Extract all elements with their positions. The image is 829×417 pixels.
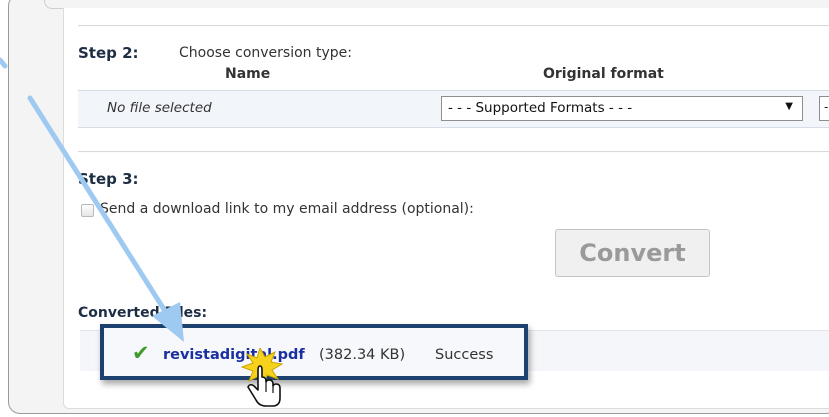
column-header-original-format: Original format — [543, 66, 664, 82]
chevron-down-icon: ▼ — [785, 101, 793, 112]
email-checkbox[interactable] — [81, 204, 94, 217]
format-select[interactable]: - - - Supported Formats - - - ▼ — [441, 96, 803, 121]
converted-file-status: Success — [435, 347, 494, 363]
divider-top — [78, 25, 829, 27]
target-format-select-value: - — [824, 100, 829, 114]
file-name-cell: No file selected — [107, 100, 212, 116]
converted-file-size: (382.34 KB) — [319, 347, 406, 363]
step2-label: Step 2: — [78, 44, 139, 62]
target-format-select[interactable]: - — [819, 96, 829, 121]
step3-label: Step 3: — [78, 170, 139, 188]
format-select-value: - - - Supported Formats - - - — [448, 100, 633, 116]
converted-files-heading: Converted Files: — [78, 305, 208, 321]
column-header-name: Name — [225, 66, 271, 82]
divider-middle — [78, 151, 829, 153]
convert-button[interactable]: Convert — [555, 229, 710, 277]
email-option-label: Send a download link to my email address… — [100, 201, 474, 217]
step2-description: Choose conversion type: — [179, 45, 352, 61]
check-icon: ✔ — [132, 341, 150, 365]
hand-cursor-icon — [238, 346, 288, 410]
